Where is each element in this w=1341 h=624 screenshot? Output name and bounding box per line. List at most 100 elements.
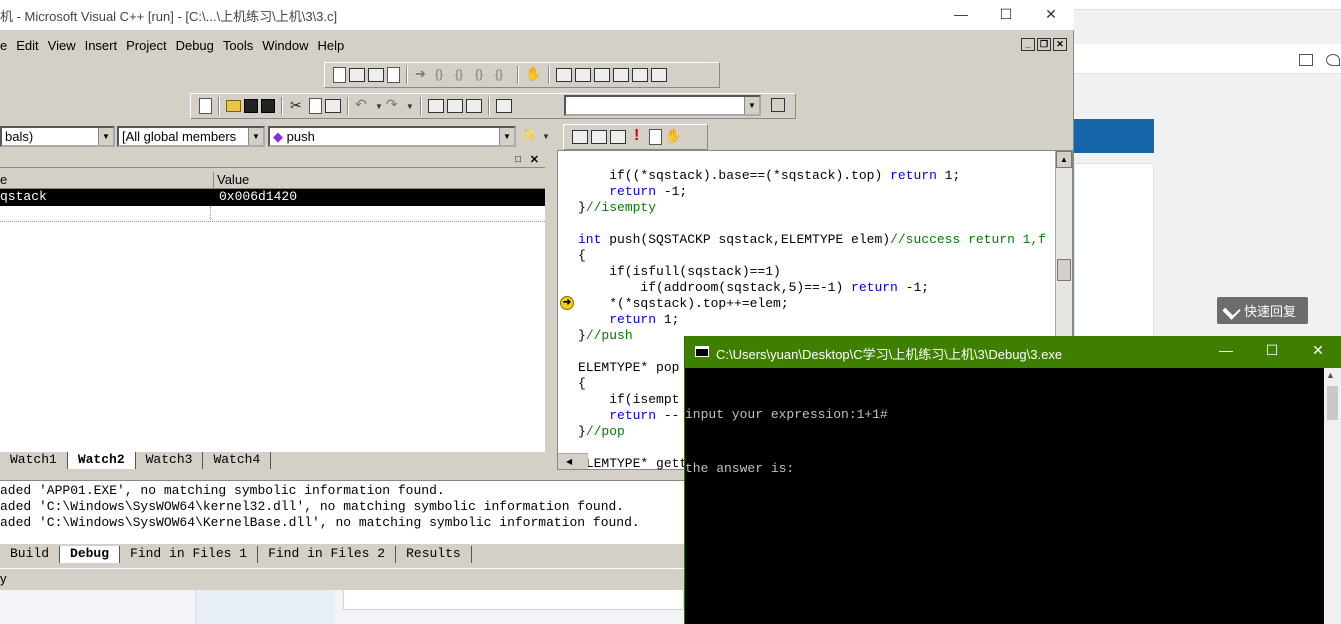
insert-breakpoint-icon[interactable] bbox=[665, 128, 682, 146]
browser-panel bbox=[1074, 163, 1154, 338]
save-icon[interactable] bbox=[244, 99, 258, 113]
minimize-icon[interactable]: — bbox=[938, 2, 984, 26]
chevron-down-icon[interactable]: ▼ bbox=[744, 97, 759, 114]
members-combo[interactable]: [All global members ▼ bbox=[117, 126, 265, 147]
close-icon[interactable]: ✕ bbox=[1028, 2, 1074, 26]
open-folder-icon[interactable] bbox=[226, 100, 241, 112]
menu-file[interactable]: e bbox=[0, 38, 7, 53]
tab-watch1[interactable]: Watch1 bbox=[0, 452, 68, 469]
maximize-icon[interactable]: ☐ bbox=[983, 2, 1029, 26]
scroll-thumb[interactable] bbox=[1327, 386, 1338, 420]
menu-project[interactable]: Project bbox=[126, 38, 166, 53]
find-combo[interactable]: ▼ bbox=[564, 95, 761, 116]
watch-window-icon[interactable] bbox=[556, 68, 572, 82]
watch-row-name: qstack bbox=[0, 189, 47, 204]
go-icon[interactable] bbox=[649, 129, 662, 145]
stop-debugging-icon[interactable] bbox=[349, 68, 365, 82]
run-to-cursor-icon[interactable] bbox=[494, 67, 511, 84]
code-line: }//push bbox=[578, 328, 633, 343]
call-stack-window-icon[interactable] bbox=[632, 68, 648, 82]
editor-horizontal-scrollbar[interactable]: ◀ bbox=[558, 453, 588, 469]
wizard-action-icon[interactable] bbox=[520, 127, 537, 145]
chevron-down-icon[interactable]: ▼ bbox=[542, 132, 550, 141]
undo-icon[interactable] bbox=[355, 96, 372, 115]
undo-icon[interactable] bbox=[1326, 54, 1340, 66]
chevron-down-icon[interactable]: ▼ bbox=[375, 102, 383, 111]
tab-watch3[interactable]: Watch3 bbox=[135, 452, 204, 469]
stop-build-icon[interactable] bbox=[610, 130, 626, 144]
console-window[interactable]: C:\Users\yuan\Desktop\C学习\上机练习\上机\3\Debu… bbox=[684, 336, 1341, 624]
step-over-icon[interactable] bbox=[454, 67, 471, 84]
watch-row-value: 0x006d1420 bbox=[219, 189, 298, 204]
tab-find-in-files-1[interactable]: Find in Files 1 bbox=[120, 546, 259, 563]
console-maximize-icon[interactable]: ☐ bbox=[1249, 342, 1295, 362]
mdi-controls: _ ❐ ✕ bbox=[1021, 38, 1067, 51]
watch-list: qstack 0x006d1420 bbox=[0, 189, 545, 452]
variables-window-icon[interactable] bbox=[575, 68, 591, 82]
mdi-close-icon[interactable]: ✕ bbox=[1053, 38, 1067, 51]
chevron-down-icon[interactable]: ▼ bbox=[98, 128, 113, 145]
registers-window-icon[interactable] bbox=[594, 68, 610, 82]
code-line: if((*sqstack).base==(*sqstack).top) retu… bbox=[578, 168, 961, 183]
console-close-icon[interactable]: ✕ bbox=[1295, 342, 1341, 362]
watch-close-icon[interactable]: ✕ bbox=[530, 153, 539, 166]
redo-icon[interactable] bbox=[386, 96, 403, 115]
browser-bottom-box bbox=[343, 590, 684, 610]
console-scrollbar[interactable]: ▲ bbox=[1324, 368, 1341, 624]
scroll-thumb[interactable] bbox=[1057, 259, 1071, 281]
scroll-up-icon[interactable]: ▲ bbox=[1326, 370, 1335, 380]
function-value: push bbox=[286, 129, 315, 144]
function-combo[interactable]: ◆ push ▼ bbox=[268, 126, 516, 147]
break-icon[interactable] bbox=[368, 68, 384, 82]
tab-debug[interactable]: Debug bbox=[60, 546, 121, 563]
menu-view[interactable]: View bbox=[48, 38, 76, 53]
step-into-icon[interactable] bbox=[434, 67, 451, 84]
menu-window[interactable]: Window bbox=[262, 38, 308, 53]
menu-debug[interactable]: Debug bbox=[176, 38, 214, 53]
chevron-down-icon[interactable]: ▼ bbox=[406, 102, 414, 111]
mdi-minimize-icon[interactable]: _ bbox=[1021, 38, 1035, 51]
save-all-icon[interactable] bbox=[261, 99, 275, 113]
tab-watch4[interactable]: Watch4 bbox=[203, 452, 272, 469]
quick-reply-button[interactable]: 快速回复 bbox=[1217, 297, 1308, 324]
step-out-icon[interactable] bbox=[474, 67, 491, 84]
copy-icon[interactable] bbox=[309, 98, 322, 114]
tab-build[interactable]: Build bbox=[0, 546, 61, 563]
watch-restore-icon[interactable]: □ bbox=[515, 154, 521, 165]
apply-code-changes-icon[interactable] bbox=[387, 67, 400, 83]
tab-watch2[interactable]: Watch2 bbox=[67, 452, 136, 469]
restart-icon[interactable] bbox=[333, 67, 346, 83]
watch-grip: □ ✕ bbox=[0, 154, 545, 168]
mdi-restore-icon[interactable]: ❐ bbox=[1037, 38, 1051, 51]
class-scope-combo[interactable]: bals) ▼ bbox=[0, 126, 115, 147]
workspace-icon[interactable] bbox=[427, 99, 444, 113]
paste-icon[interactable] bbox=[325, 99, 341, 113]
build-icon[interactable] bbox=[591, 130, 607, 144]
scroll-up-icon[interactable]: ▲ bbox=[1056, 151, 1072, 168]
new-file-icon[interactable] bbox=[199, 98, 212, 114]
compile-icon[interactable] bbox=[572, 130, 588, 144]
tab-results[interactable]: Results bbox=[396, 546, 472, 563]
output-window-icon[interactable] bbox=[446, 99, 463, 113]
menu-help[interactable]: Help bbox=[318, 38, 345, 53]
chevron-down-icon[interactable]: ▼ bbox=[499, 128, 514, 145]
cut-icon[interactable] bbox=[289, 97, 306, 115]
menu-insert[interactable]: Insert bbox=[85, 38, 118, 53]
find-icon[interactable] bbox=[771, 98, 785, 112]
show-next-statement-icon[interactable] bbox=[414, 66, 431, 84]
menu-tools[interactable]: Tools bbox=[223, 38, 253, 53]
column-divider[interactable] bbox=[213, 172, 214, 189]
watch-row-empty[interactable] bbox=[0, 206, 545, 222]
menu-edit[interactable]: Edit bbox=[16, 38, 38, 53]
execute-icon[interactable] bbox=[629, 127, 646, 146]
quickwatch-icon[interactable] bbox=[525, 66, 542, 84]
window-list-icon[interactable] bbox=[465, 99, 482, 113]
disassembly-window-icon[interactable] bbox=[651, 68, 667, 82]
watch-row[interactable]: qstack 0x006d1420 bbox=[0, 189, 545, 206]
memory-window-icon[interactable] bbox=[613, 68, 629, 82]
tab-find-in-files-2[interactable]: Find in Files 2 bbox=[258, 546, 397, 563]
chevron-down-icon[interactable]: ▼ bbox=[248, 128, 263, 145]
find-in-files-icon[interactable] bbox=[495, 99, 512, 113]
restore-tab-icon[interactable] bbox=[1299, 54, 1313, 66]
console-minimize-icon[interactable]: — bbox=[1203, 342, 1249, 362]
